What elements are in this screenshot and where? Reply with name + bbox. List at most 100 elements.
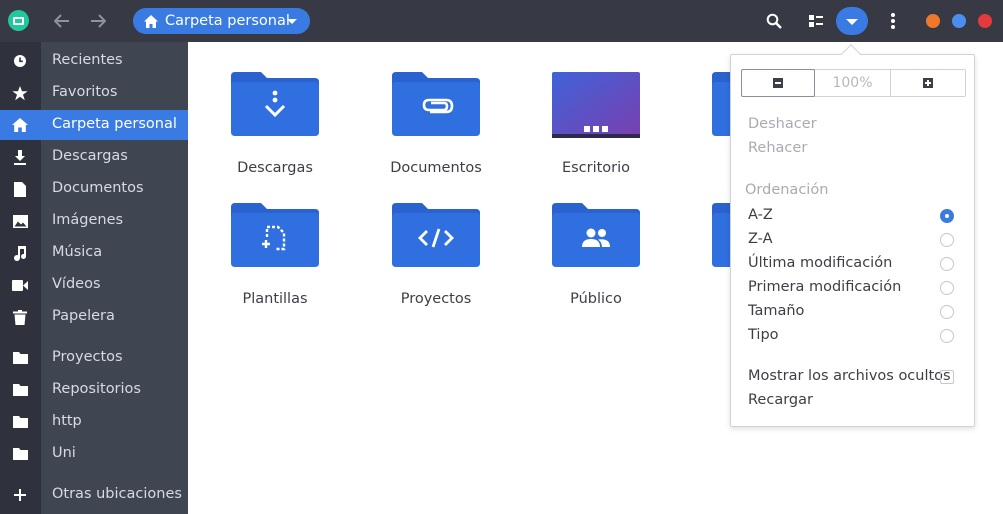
- reload-item[interactable]: Recargar: [748, 392, 813, 408]
- file-item-descargas[interactable]: Descargas: [215, 50, 335, 176]
- sort-option-type[interactable]: Tipo: [748, 327, 779, 343]
- home-icon: [144, 14, 158, 28]
- clock-icon: [11, 53, 29, 69]
- minimize-button[interactable]: [926, 14, 940, 28]
- sidebar-item-label: Recientes: [52, 52, 123, 68]
- kebab-menu-icon: [891, 13, 895, 29]
- arrow-right-icon: [91, 14, 106, 28]
- sidebar-item-papelera[interactable]: Papelera: [0, 302, 188, 332]
- file-label: Proyectos: [400, 291, 472, 307]
- sidebar-item-label: Carpeta personal: [52, 116, 177, 132]
- sidebar-item-documentos[interactable]: Documentos: [0, 174, 188, 204]
- zoom-level[interactable]: 100%: [815, 70, 890, 96]
- chevron-down-icon: [287, 19, 297, 24]
- file-item-documentos[interactable]: Documentos: [376, 50, 496, 176]
- sidebar-item-favoritos[interactable]: Favoritos: [0, 78, 188, 108]
- sort-option-a-z[interactable]: A-Z: [748, 207, 773, 223]
- folder-icon: [11, 414, 29, 430]
- sidebar-item-http[interactable]: http: [0, 407, 188, 437]
- sidebar-item-otras-ubicaciones[interactable]: Otras ubicaciones: [0, 480, 188, 510]
- path-bar-button[interactable]: Carpeta personal: [133, 8, 310, 34]
- file-label: Descargas: [237, 160, 313, 176]
- public-folder-icon: [552, 203, 640, 267]
- folder-icon: [11, 446, 29, 462]
- file-item-publico[interactable]: Público: [536, 181, 656, 307]
- chevron-down-icon: [846, 19, 858, 25]
- view-menu-button[interactable]: [836, 7, 868, 35]
- close-button[interactable]: [978, 14, 992, 28]
- star-icon: [11, 85, 29, 101]
- search-button[interactable]: [764, 11, 784, 31]
- show-hidden-checkbox[interactable]: [940, 370, 954, 384]
- sort-radio-last-modified[interactable]: [940, 257, 954, 271]
- sidebar-item-repositorios[interactable]: Repositorios: [0, 375, 188, 405]
- plus-icon: [11, 487, 29, 503]
- download-icon: [11, 149, 29, 165]
- file-item-plantillas[interactable]: Plantillas: [215, 181, 335, 307]
- more-button[interactable]: [883, 11, 903, 31]
- list-view-icon: [809, 15, 823, 27]
- view-menu-popover: 100% Deshacer Rehacer Ordenación A-Z Z-A…: [730, 44, 975, 427]
- sidebar-item-imagenes[interactable]: Imágenes: [0, 206, 188, 236]
- file-label: Plantillas: [242, 291, 308, 307]
- view-toggle-button[interactable]: [806, 11, 826, 31]
- file-item-escritorio[interactable]: Escritorio: [536, 50, 656, 176]
- sidebar-item-label: Papelera: [52, 308, 115, 324]
- sidebar-item-label: Documentos: [52, 180, 144, 196]
- sidebar-item-videos[interactable]: Vídeos: [0, 270, 188, 300]
- files-app-icon: [8, 10, 29, 31]
- zoom-out-button[interactable]: [741, 69, 815, 97]
- templates-folder-icon: [231, 203, 319, 267]
- sidebar-item-uni[interactable]: Uni: [0, 439, 188, 469]
- sidebar: Recientes Favoritos Carpeta personal Des…: [0, 42, 188, 514]
- path-label: Carpeta personal: [165, 13, 290, 29]
- sort-heading: Ordenación: [745, 182, 829, 198]
- file-label: Público: [570, 291, 622, 307]
- sidebar-item-label: Proyectos: [52, 349, 123, 365]
- undo-item[interactable]: Deshacer: [748, 116, 817, 132]
- home-icon: [11, 117, 29, 133]
- sort-radio-z-a[interactable]: [940, 233, 954, 247]
- sidebar-item-label: Imágenes: [52, 212, 124, 228]
- sidebar-item-label: Repositorios: [52, 381, 141, 397]
- sort-radio-size[interactable]: [940, 305, 954, 319]
- folder-icon: [11, 382, 29, 398]
- sidebar-item-label: Vídeos: [52, 276, 101, 292]
- sidebar-item-proyectos[interactable]: Proyectos: [0, 343, 188, 373]
- sort-option-first-modified[interactable]: Primera modificación: [748, 279, 901, 295]
- sort-radio-a-z[interactable]: [940, 209, 954, 223]
- sort-option-size[interactable]: Tamaño: [748, 303, 804, 319]
- maximize-button[interactable]: [952, 14, 966, 28]
- zoom-in-button[interactable]: [890, 70, 965, 96]
- zoom-in-icon: [923, 78, 933, 88]
- trash-icon: [11, 309, 29, 325]
- back-button[interactable]: [52, 11, 72, 31]
- sidebar-item-carpeta-personal[interactable]: Carpeta personal: [0, 110, 188, 140]
- file-item-proyectos[interactable]: Proyectos: [376, 181, 496, 307]
- document-icon: [11, 181, 29, 197]
- sidebar-item-musica[interactable]: Música: [0, 238, 188, 268]
- folder-icon: [11, 350, 29, 366]
- sort-radio-first-modified[interactable]: [940, 281, 954, 295]
- documents-folder-icon: [392, 72, 480, 136]
- show-hidden-files-item[interactable]: Mostrar los archivos ocultos: [748, 368, 951, 384]
- sort-radio-type[interactable]: [940, 329, 954, 343]
- sidebar-item-label: Otras ubicaciones: [52, 486, 182, 502]
- download-folder-icon: [231, 72, 319, 136]
- sort-option-last-modified[interactable]: Última modificación: [748, 255, 892, 271]
- music-icon: [11, 245, 29, 261]
- header-bar: Carpeta personal: [0, 0, 1003, 42]
- file-label: Escritorio: [561, 160, 631, 176]
- sort-option-z-a[interactable]: Z-A: [748, 231, 773, 247]
- file-label: Documentos: [390, 160, 482, 176]
- sidebar-item-descargas[interactable]: Descargas: [0, 142, 188, 172]
- image-icon: [11, 213, 29, 229]
- redo-item[interactable]: Rehacer: [748, 140, 807, 156]
- video-icon: [11, 277, 29, 293]
- sidebar-item-recientes[interactable]: Recientes: [0, 46, 188, 76]
- desktop-folder-icon: [552, 72, 640, 138]
- zoom-out-icon: [773, 78, 783, 88]
- sidebar-item-label: Uni: [52, 445, 76, 461]
- search-icon: [766, 13, 782, 29]
- forward-button[interactable]: [88, 11, 108, 31]
